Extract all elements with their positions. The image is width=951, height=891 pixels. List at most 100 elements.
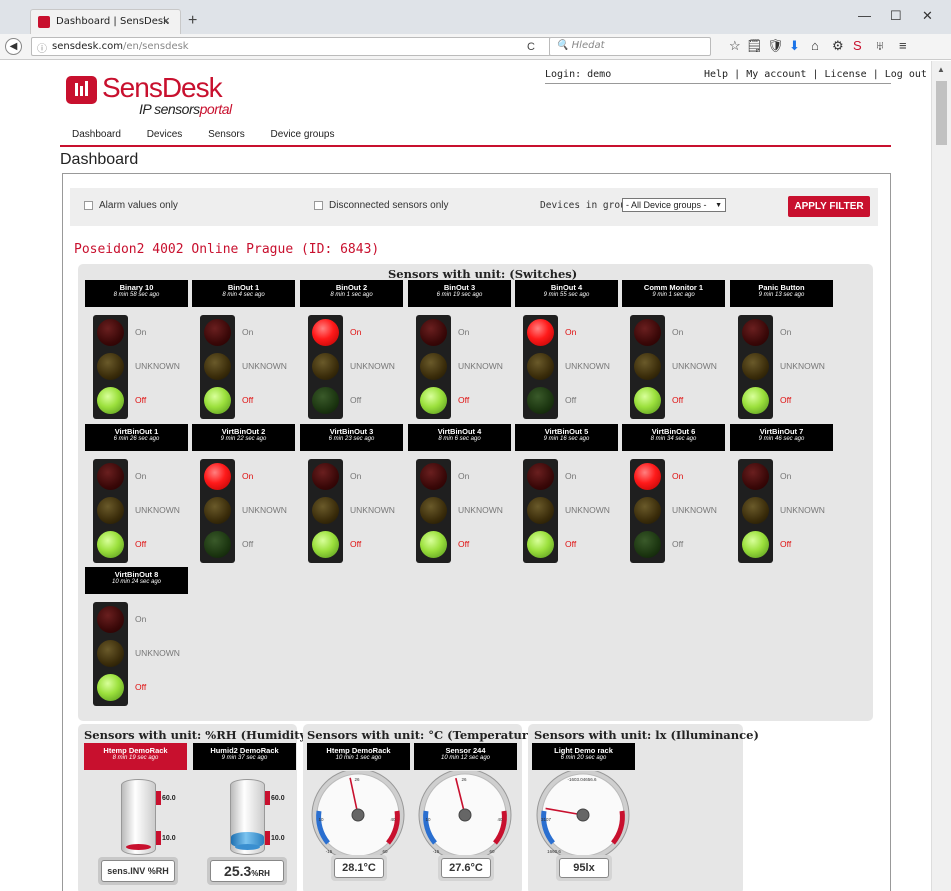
sensor-header[interactable]: Sensor 244 10 min 12 sec ago bbox=[414, 743, 517, 770]
sensor-header[interactable]: Light Demo rack 6 min 20 sec ago bbox=[532, 743, 635, 770]
humidity-cylinder-icon bbox=[230, 779, 265, 855]
unknown-lamp bbox=[527, 353, 554, 380]
reading-list-icon[interactable]: 🗒 bbox=[746, 38, 763, 54]
sensor-header[interactable]: Htemp DemoRack 8 min 19 sec ago bbox=[84, 743, 187, 770]
downloads-icon[interactable]: ⬇ bbox=[789, 38, 800, 54]
switches-panel: Sensors with unit: (Switches) Binary 10 8… bbox=[78, 264, 873, 721]
switch-sensor[interactable]: Binary 10 8 min 58 sec ago On UNKNOWN Off bbox=[85, 280, 188, 420]
switch-sensor[interactable]: BinOut 36 min 19 sec ago On UNKNOWN Off bbox=[408, 280, 511, 420]
scrollbar-thumb[interactable] bbox=[936, 81, 947, 145]
switch-sensor[interactable]: BinOut 49 min 55 sec ago On UNKNOWN Off bbox=[515, 280, 618, 420]
sensor-header[interactable]: VirtBinOut 29 min 22 sec ago bbox=[192, 424, 295, 451]
sensor-name: VirtBinOut 2 bbox=[221, 427, 266, 436]
sensor-header[interactable]: BinOut 18 min 4 sec ago bbox=[192, 280, 295, 307]
switch-sensor[interactable]: VirtBinOut 59 min 16 sec ago On UNKNOWN … bbox=[515, 424, 618, 564]
on-lamp bbox=[634, 463, 661, 490]
switch-sensor[interactable]: VirtBinOut 16 min 26 sec ago On UNKNOWN … bbox=[85, 424, 188, 564]
logo-brand: SensDesk bbox=[102, 72, 223, 104]
sensor-header[interactable]: VirtBinOut 68 min 34 sec ago bbox=[622, 424, 725, 451]
sensor-header[interactable]: BinOut 28 min 1 sec ago bbox=[300, 280, 403, 307]
sensor-header[interactable]: Comm Monitor 19 min 1 sec ago bbox=[622, 280, 725, 307]
unknown-lamp bbox=[420, 497, 447, 524]
logout-link[interactable]: Log out bbox=[885, 69, 927, 80]
sensor-header[interactable]: VirtBinOut 59 min 16 sec ago bbox=[515, 424, 618, 451]
on-lamp bbox=[97, 319, 124, 346]
sensor-header[interactable]: VirtBinOut 8 10 min 24 sec ago bbox=[85, 567, 188, 594]
switch-sensor[interactable]: VirtBinOut 8 10 min 24 sec ago On UNKNOWN… bbox=[85, 567, 188, 707]
temperature-sensor[interactable]: Htemp DemoRack 10 min 1 sec ago -15 10 26 40… bbox=[307, 743, 410, 891]
sensor-name: BinOut 1 bbox=[227, 283, 260, 292]
switch-sensor[interactable]: VirtBinOut 29 min 22 sec ago On UNKNOWN … bbox=[192, 424, 295, 564]
browser-tab[interactable]: Dashboard | SensDesk × bbox=[30, 9, 181, 34]
gauge-tick-label: 26 bbox=[354, 777, 360, 782]
switch-sensor[interactable]: VirtBinOut 68 min 34 sec ago On UNKNOWN … bbox=[622, 424, 725, 564]
switch-sensor[interactable]: VirtBinOut 48 min 6 sec ago On UNKNOWN O… bbox=[408, 424, 511, 564]
sensor-header[interactable]: VirtBinOut 79 min 46 sec ago bbox=[730, 424, 833, 451]
home-icon[interactable]: ⌂ bbox=[811, 38, 819, 53]
maximize-button[interactable]: ☐ bbox=[890, 8, 902, 24]
off-label: Off bbox=[350, 395, 362, 405]
switch-sensor[interactable]: Comm Monitor 19 min 1 sec ago On UNKNOWN… bbox=[622, 280, 725, 420]
sensor-header[interactable]: Htemp DemoRack 10 min 1 sec ago bbox=[307, 743, 410, 770]
sensor-header[interactable]: VirtBinOut 48 min 6 sec ago bbox=[408, 424, 511, 451]
sensor-header[interactable]: Panic Button 9 min 13 sec ago bbox=[730, 280, 833, 307]
back-button[interactable]: ◀ bbox=[5, 38, 22, 55]
nav-dashboard[interactable]: Dashboard bbox=[72, 129, 121, 140]
sensor-header[interactable]: BinOut 49 min 55 sec ago bbox=[515, 280, 618, 307]
page-scrollbar[interactable]: ▲ bbox=[931, 61, 951, 891]
device-title[interactable]: Poseidon2 4002 Online Prague (ID: 6843) bbox=[74, 242, 379, 257]
sensdesk-logo[interactable]: SensDesk IP sensorsportal bbox=[66, 72, 256, 117]
humidity-sensor[interactable]: Htemp DemoRack 8 min 19 sec ago 60.0 10.0… bbox=[84, 743, 187, 891]
humidity-sensor[interactable]: Humid2 DemoRack 9 min 37 sec ago 60.0 10.… bbox=[193, 743, 296, 891]
pocket-icon[interactable]: 🛡 bbox=[767, 38, 784, 54]
sensdesk-extension-icon[interactable]: S bbox=[853, 38, 862, 53]
bookmark-star-icon[interactable]: ☆ bbox=[729, 38, 741, 54]
close-tab-icon[interactable]: × bbox=[162, 13, 170, 28]
disconnected-only-checkbox[interactable] bbox=[314, 200, 323, 210]
filter-bar: Alarm values only Disconnected sensors o… bbox=[70, 188, 878, 226]
alarm-only-filter[interactable]: Alarm values only bbox=[84, 200, 178, 211]
sensor-header[interactable]: BinOut 36 min 19 sec ago bbox=[408, 280, 511, 307]
switch-sensor[interactable]: Panic Button 9 min 13 sec ago On UNKNOWN … bbox=[730, 280, 833, 420]
switch-sensor[interactable]: VirtBinOut 79 min 46 sec ago On UNKNOWN … bbox=[730, 424, 833, 564]
lo-threshold: 10.0 bbox=[162, 835, 176, 842]
unknown-label: UNKNOWN bbox=[458, 505, 503, 515]
reload-icon[interactable]: C bbox=[527, 41, 535, 53]
site-info-icon[interactable]: ⓘ bbox=[37, 40, 47, 55]
menu-icon[interactable]: ≡ bbox=[899, 38, 907, 53]
search-input[interactable]: 🔍 Hledat bbox=[549, 37, 711, 56]
gauge-tick-label: 1660.6 bbox=[547, 849, 561, 854]
nav-sensors[interactable]: Sensors bbox=[208, 129, 245, 140]
temperature-sensor[interactable]: Sensor 244 10 min 12 sec ago -15 10 26 40 60 … bbox=[414, 743, 517, 891]
extension-icon[interactable]: ♅ bbox=[875, 38, 885, 53]
alarm-only-checkbox[interactable] bbox=[84, 200, 93, 210]
my-account-link[interactable]: My account bbox=[746, 69, 806, 80]
device-group-select[interactable]: - All Device groups - ▼ bbox=[622, 198, 726, 212]
search-placeholder: Hledat bbox=[571, 40, 605, 51]
temperature-panel-title: Sensors with unit: °C (Temperature) bbox=[307, 728, 541, 742]
switch-sensor[interactable]: BinOut 18 min 4 sec ago On UNKNOWN Off bbox=[192, 280, 295, 420]
sensor-header[interactable]: Binary 10 8 min 58 sec ago bbox=[85, 280, 188, 307]
close-window-button[interactable]: ✕ bbox=[922, 8, 933, 24]
license-link[interactable]: License bbox=[825, 69, 867, 80]
sensor-header[interactable]: VirtBinOut 16 min 26 sec ago bbox=[85, 424, 188, 451]
nav-device-groups[interactable]: Device groups bbox=[271, 129, 335, 140]
url-bar[interactable]: ⓘ sensdesk.com/en/sensdesk bbox=[31, 37, 551, 56]
help-link[interactable]: Help bbox=[704, 69, 728, 80]
settings-icon[interactable]: ⚙ bbox=[832, 38, 844, 54]
on-label: On bbox=[672, 471, 684, 481]
sep: | bbox=[812, 69, 819, 80]
new-tab-button[interactable]: + bbox=[188, 12, 197, 30]
sensor-header[interactable]: VirtBinOut 36 min 23 sec ago bbox=[300, 424, 403, 451]
minimize-button[interactable]: — bbox=[858, 8, 871, 23]
illuminance-sensor[interactable]: Light Demo rack 6 min 20 sec ago 1660.6 31… bbox=[532, 743, 635, 891]
on-label: On bbox=[458, 327, 470, 337]
apply-filter-button[interactable]: APPLY FILTER bbox=[788, 196, 870, 217]
sensor-header[interactable]: Humid2 DemoRack 9 min 37 sec ago bbox=[193, 743, 296, 770]
scroll-up-icon[interactable]: ▲ bbox=[937, 65, 945, 74]
disconnected-only-filter[interactable]: Disconnected sensors only bbox=[314, 200, 449, 211]
switch-sensor[interactable]: VirtBinOut 36 min 23 sec ago On UNKNOWN … bbox=[300, 424, 403, 564]
nav-devices[interactable]: Devices bbox=[147, 129, 183, 140]
traffic-light-icon bbox=[308, 459, 343, 563]
switch-sensor[interactable]: BinOut 28 min 1 sec ago On UNKNOWN Off bbox=[300, 280, 403, 420]
